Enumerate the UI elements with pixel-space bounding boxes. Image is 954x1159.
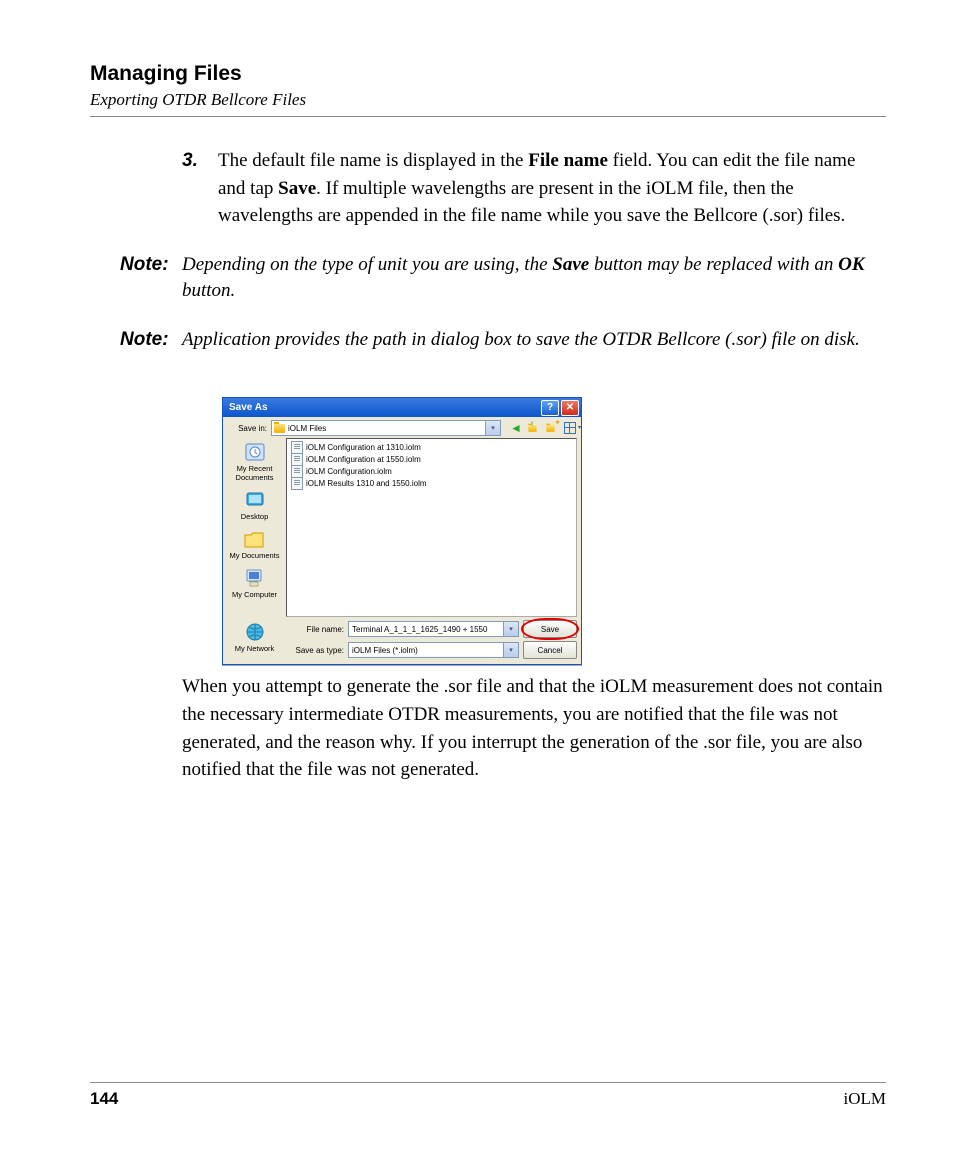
- save-as-type-combo[interactable]: iOLM Files (*.iolm) ▾: [348, 642, 519, 658]
- step-3: 3. The default file name is displayed in…: [182, 147, 886, 230]
- product-name: iOLM: [844, 1089, 887, 1109]
- my-computer-icon: [240, 566, 268, 590]
- place-label: My Network: [223, 645, 286, 653]
- step-number: 3.: [182, 147, 218, 230]
- chevron-down-icon[interactable]: ▾: [503, 622, 518, 636]
- place-label: My Computer: [232, 591, 277, 599]
- my-documents-icon: [240, 527, 268, 551]
- file-name-input[interactable]: Terminal A_1_1_1_1625_1490 + 1550 ▾: [348, 621, 519, 637]
- place-computer[interactable]: My Computer: [232, 566, 277, 599]
- place-network[interactable]: My Network: [223, 620, 286, 653]
- note-text-frag: button.: [182, 280, 235, 301]
- save-bold: Save: [278, 178, 316, 199]
- file-name: iOLM Configuration at 1550.iolm: [306, 455, 421, 464]
- new-folder-icon[interactable]: ✦: [545, 421, 559, 435]
- note-1: Note: Depending on the type of unit you …: [90, 252, 886, 305]
- desktop-icon: [241, 488, 269, 512]
- my-network-icon: [241, 620, 269, 644]
- view-menu-icon[interactable]: ▾: [563, 421, 577, 435]
- page-number: 144: [90, 1089, 118, 1109]
- footer-divider: [90, 1082, 886, 1083]
- list-item[interactable]: iOLM Results 1310 and 1550.iolm: [291, 477, 572, 489]
- list-item[interactable]: iOLM Configuration.iolm: [291, 465, 572, 477]
- dialog-body: My Recent Documents Desktop My Documents: [223, 438, 581, 617]
- nav-toolbar: ◄ ↑ ✦ ▾: [509, 421, 577, 435]
- chevron-down-icon[interactable]: ▾: [503, 643, 518, 657]
- note-text-frag: button may be replaced with an: [589, 254, 838, 275]
- file-name: iOLM Results 1310 and 1550.iolm: [306, 479, 427, 488]
- save-as-dialog: Save As ? ✕ Save in: iOLM Files ▾ ◄ ↑ ✦ …: [222, 397, 582, 665]
- note-2: Note: Application provides the path in d…: [90, 327, 886, 354]
- save-as-dialog-figure: Save As ? ✕ Save in: iOLM Files ▾ ◄ ↑ ✦ …: [222, 397, 886, 665]
- section-header: Managing Files Exporting OTDR Bellcore F…: [90, 62, 886, 117]
- page-footer: 144 iOLM: [90, 1082, 886, 1109]
- up-folder-icon[interactable]: ↑: [527, 421, 541, 435]
- dialog-titlebar: Save As ? ✕: [223, 398, 581, 417]
- step-text-frag: The default file name is displayed in th…: [218, 150, 528, 171]
- place-label: My Documents: [229, 552, 279, 560]
- file-name-label: File name:: [290, 625, 344, 634]
- folder-icon: [274, 424, 285, 433]
- back-icon[interactable]: ◄: [509, 421, 523, 435]
- close-button[interactable]: ✕: [561, 400, 579, 416]
- note-bold-save: Save: [552, 254, 589, 275]
- save-in-value: iOLM Files: [288, 424, 326, 433]
- dialog-bottom: My Network File name: Terminal A_1_1_1_1…: [223, 617, 581, 664]
- list-item[interactable]: iOLM Configuration at 1310.iolm: [291, 441, 572, 453]
- place-label: Desktop: [241, 513, 269, 521]
- note-label: Note:: [90, 252, 182, 305]
- list-item[interactable]: iOLM Configuration at 1550.iolm: [291, 453, 572, 465]
- save-in-combo[interactable]: iOLM Files ▾: [271, 420, 501, 436]
- note-text-frag: Depending on the type of unit you are us…: [182, 254, 552, 275]
- note-label: Note:: [90, 327, 182, 354]
- file-type-value: iOLM Files (*.iolm): [352, 646, 418, 655]
- note-bold-ok: OK: [838, 254, 864, 275]
- places-bar: My Recent Documents Desktop My Documents: [223, 438, 286, 617]
- section-subtitle: Exporting OTDR Bellcore Files: [90, 90, 886, 110]
- help-button[interactable]: ?: [541, 400, 559, 416]
- dialog-toolbar: Save in: iOLM Files ▾ ◄ ↑ ✦ ▾: [223, 417, 581, 438]
- note-body: Application provides the path in dialog …: [182, 327, 886, 354]
- header-divider: [90, 116, 886, 117]
- places-bar-bottom: My Network: [223, 620, 286, 659]
- dialog-title: Save As: [229, 402, 539, 413]
- chevron-down-icon[interactable]: ▾: [485, 421, 500, 435]
- place-recent[interactable]: My Recent Documents: [223, 440, 286, 482]
- section-title: Managing Files: [90, 62, 886, 86]
- save-in-label: Save in:: [227, 424, 267, 433]
- save-as-type-label: Save as type:: [290, 646, 344, 655]
- file-name: iOLM Configuration.iolm: [306, 467, 392, 476]
- recent-documents-icon: [241, 440, 269, 464]
- place-documents[interactable]: My Documents: [229, 527, 279, 560]
- place-label: My Recent Documents: [223, 465, 286, 482]
- file-list[interactable]: iOLM Configuration at 1310.iolm iOLM Con…: [286, 438, 577, 617]
- cancel-button[interactable]: Cancel: [523, 641, 577, 659]
- note-body: Depending on the type of unit you are us…: [182, 252, 886, 305]
- place-desktop[interactable]: Desktop: [241, 488, 269, 521]
- file-name-value: Terminal A_1_1_1_1625_1490 + 1550: [352, 625, 487, 634]
- document-page: Managing Files Exporting OTDR Bellcore F…: [0, 0, 954, 1159]
- field-name-bold: File name: [528, 150, 608, 171]
- save-button[interactable]: Save: [523, 620, 577, 638]
- file-name: iOLM Configuration at 1310.iolm: [306, 443, 421, 452]
- step-text: The default file name is displayed in th…: [218, 147, 886, 230]
- file-icon: [291, 477, 303, 490]
- body-paragraph: When you attempt to generate the .sor fi…: [182, 673, 886, 783]
